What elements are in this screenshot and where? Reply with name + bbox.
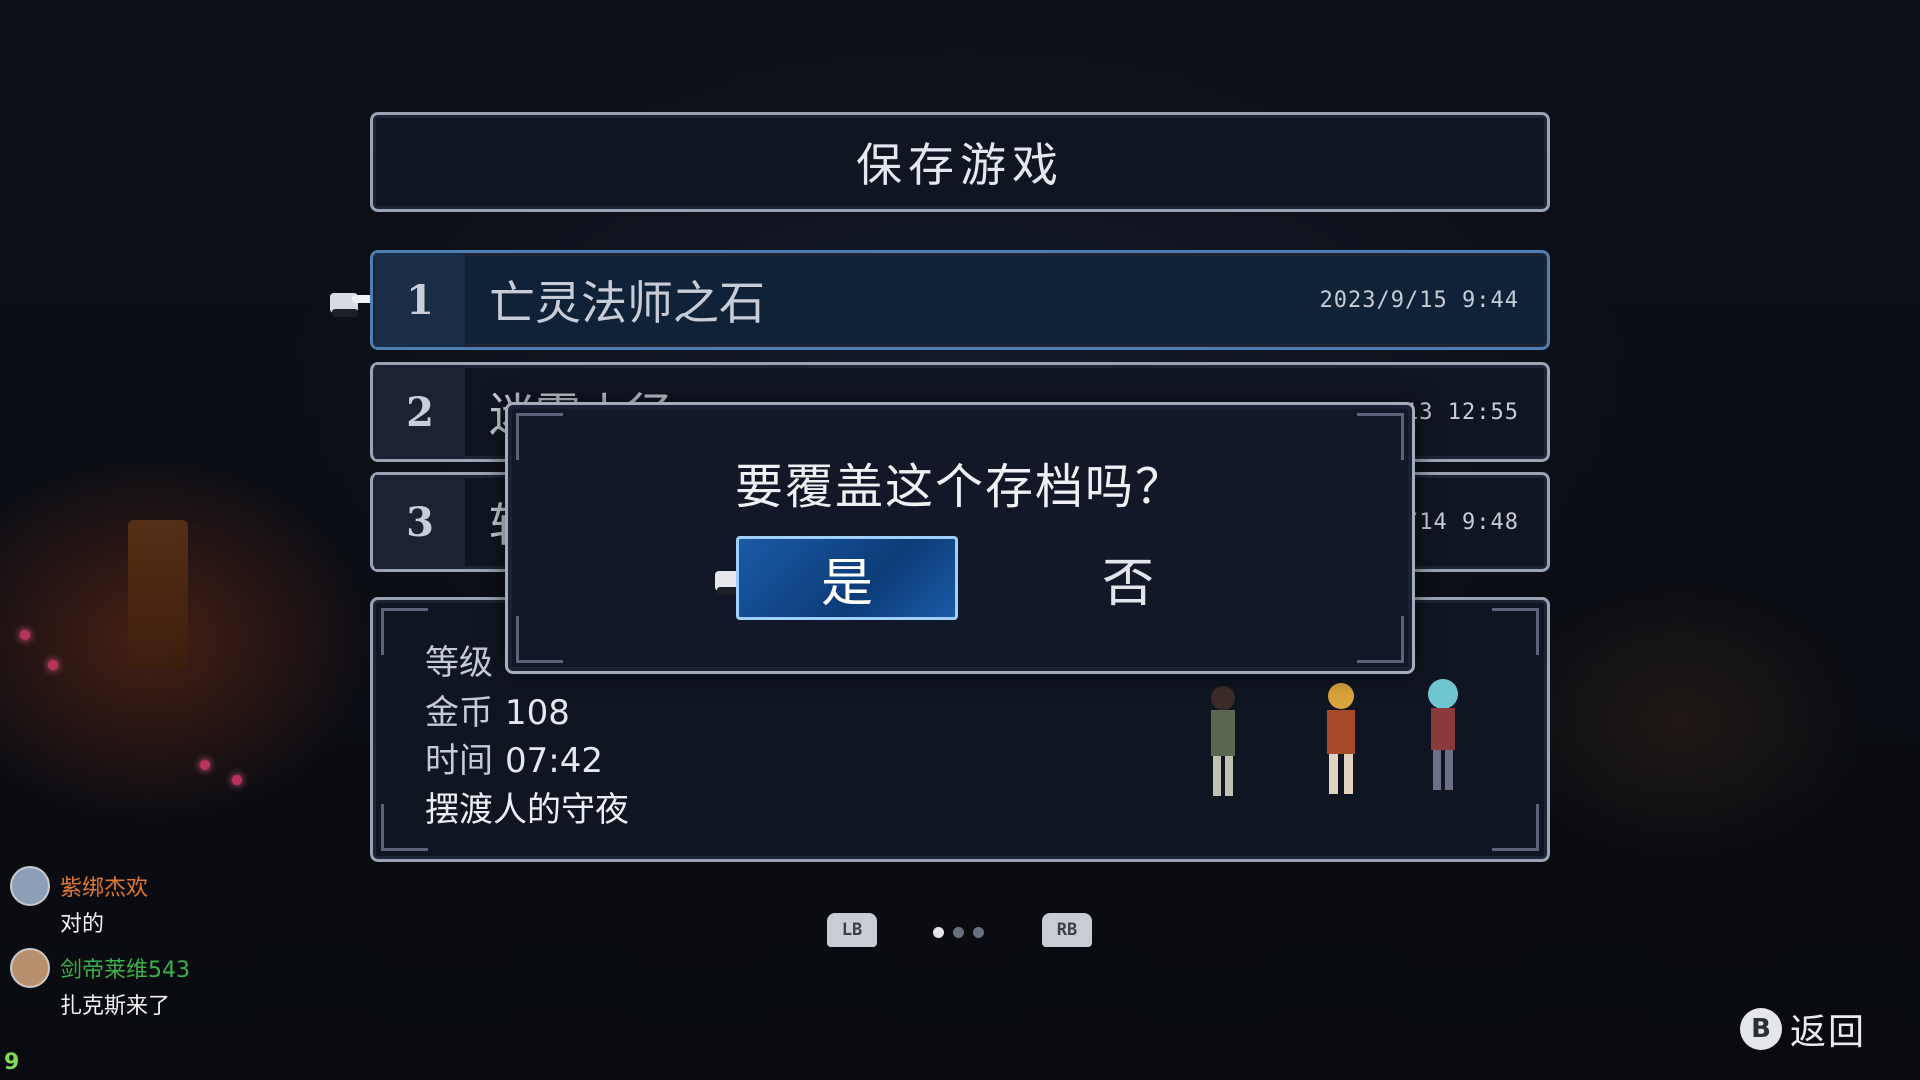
- party-member-sprite: [1327, 683, 1355, 794]
- rb-next-page-button[interactable]: RB: [1042, 913, 1092, 947]
- level-line: 等级: [425, 635, 493, 684]
- ornament-corner: [381, 804, 428, 851]
- gold-label: 金币: [425, 693, 493, 733]
- b-button-icon: B: [1740, 1008, 1782, 1050]
- location-name: 摆渡人的守夜: [425, 790, 629, 830]
- time-line: 时间 07:42: [425, 733, 603, 782]
- ornament-corner: [1357, 616, 1404, 663]
- ornament-corner: [381, 608, 428, 655]
- background-candle: [20, 630, 30, 640]
- page-dot: [953, 927, 964, 938]
- slot-timestamp: 2023/9/15 9:44: [1319, 287, 1519, 313]
- chat-avatar: [10, 948, 50, 988]
- back-button[interactable]: B 返回: [1740, 1003, 1866, 1055]
- page-dot-active: [933, 927, 944, 938]
- slot-name: 亡灵法师之石: [489, 276, 765, 330]
- time-value: 07:42: [505, 741, 603, 781]
- chat-username: 紫绑杰欢: [60, 876, 149, 901]
- background-candle: [232, 775, 242, 785]
- page-title: 保存游戏: [856, 138, 1064, 192]
- chat-avatar: [10, 866, 50, 906]
- chat-message: 扎克斯来了: [60, 994, 171, 1019]
- background-lantern: [128, 520, 188, 670]
- no-button[interactable]: 否: [1028, 536, 1228, 620]
- save-game-title-panel: 保存游戏: [370, 112, 1550, 212]
- party-member-sprite: [1211, 686, 1235, 796]
- chat-username: 剑帝莱维543: [60, 958, 190, 983]
- chat-message: 对的: [60, 912, 105, 937]
- slot-timestamp: 13 12:55: [1405, 399, 1519, 425]
- save-slot-1[interactable]: 1 亡灵法师之石 2023/9/15 9:44: [370, 250, 1550, 350]
- level-label: 等级: [425, 643, 493, 683]
- page-dot: [973, 927, 984, 938]
- ornament-corner: [516, 616, 563, 663]
- party-member-sprite: [1428, 679, 1458, 790]
- time-label: 时间: [425, 741, 493, 781]
- back-label: 返回: [1790, 1012, 1867, 1053]
- background-candle: [200, 760, 210, 770]
- ornament-corner: [1492, 804, 1539, 851]
- gold-value: 108: [505, 693, 570, 733]
- slot-number: 3: [375, 475, 465, 569]
- ornament-corner: [1492, 608, 1539, 655]
- gold-line: 金币 108: [425, 685, 570, 734]
- dialog-question: 要覆盖这个存档吗？: [734, 459, 1185, 515]
- slot-number: 1: [375, 253, 465, 347]
- corner-counter: 9: [4, 1050, 20, 1075]
- yes-button[interactable]: 是: [736, 536, 958, 620]
- background-candle: [48, 660, 58, 670]
- overwrite-confirm-dialog: 要覆盖这个存档吗？ 是 否: [505, 402, 1415, 674]
- lb-prev-page-button[interactable]: LB: [827, 913, 877, 947]
- slot-number: 2: [375, 365, 465, 459]
- slot-timestamp: /14 9:48: [1405, 509, 1519, 535]
